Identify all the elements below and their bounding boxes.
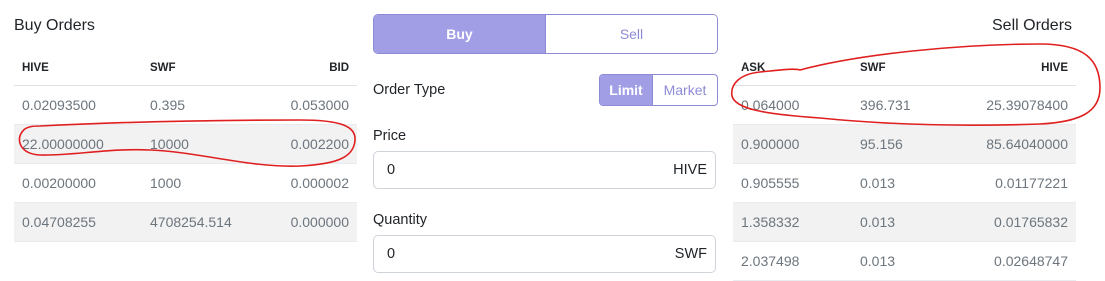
sell-hive-cell: 85.64040000 <box>951 124 1076 164</box>
price-field: HIVE <box>373 151 716 189</box>
buy-orders-title: Buy Orders <box>14 17 95 34</box>
order-type-toggle: Limit Market <box>599 74 718 106</box>
sell-ask-cell: 0.900000 <box>733 124 859 164</box>
price-input[interactable] <box>374 161 674 179</box>
price-unit: HIVE <box>673 162 707 178</box>
buy-hive-cell: 0.02093500 <box>14 85 149 125</box>
buy-hive-cell: 22.00000000 <box>14 124 149 164</box>
buy-orders-table: HIVE SWF BID 0.02093500 0.395 0.053000 2… <box>14 51 357 242</box>
buy-header-hive: HIVE <box>14 51 149 86</box>
sell-ask-cell: 0.905555 <box>733 163 859 203</box>
sell-ask-cell: 0.064000 <box>733 85 859 125</box>
sell-swf-cell: 95.156 <box>859 124 951 164</box>
sell-header-ask: ASK <box>733 51 859 86</box>
buy-bid-cell: 0.000000 <box>267 202 357 242</box>
order-type-label: Order Type <box>373 82 446 98</box>
sell-ask-cell: 1.358332 <box>733 202 859 242</box>
buy-header-bid: BID <box>267 51 357 86</box>
buy-swf-cell: 4708254.514 <box>149 202 267 242</box>
buy-bid-cell: 0.053000 <box>267 85 357 125</box>
sell-hive-cell: 0.01765832 <box>951 202 1076 242</box>
buy-orders-header-row: HIVE SWF BID <box>14 51 357 86</box>
limit-button[interactable]: Limit <box>600 75 652 105</box>
sell-orders-table: ASK SWF HIVE 0.064000 396.731 25.3907840… <box>733 51 1076 281</box>
buy-bid-cell: 0.000002 <box>267 163 357 203</box>
buy-swf-cell: 10000 <box>149 124 267 164</box>
buy-hive-cell: 0.04708255 <box>14 202 149 242</box>
table-row[interactable]: 22.00000000 10000 0.002200 <box>14 124 357 164</box>
quantity-unit: SWF <box>674 246 707 262</box>
quantity-input[interactable] <box>374 245 675 263</box>
quantity-label: Quantity <box>373 212 427 228</box>
buy-header-swf: SWF <box>149 51 267 86</box>
sell-swf-cell: 0.013 <box>859 202 951 242</box>
sell-orders-title: Sell Orders <box>992 17 1073 34</box>
sell-header-swf: SWF <box>859 51 951 86</box>
sell-tab-button[interactable]: Sell <box>545 15 717 53</box>
table-row[interactable]: 0.00200000 1000 0.000002 <box>14 163 357 203</box>
sell-swf-cell: 0.013 <box>859 163 951 203</box>
table-row[interactable]: 0.02093500 0.395 0.053000 <box>14 85 357 125</box>
table-row[interactable]: 0.905555 0.013 0.01177221 <box>733 163 1076 203</box>
sell-swf-cell: 396.731 <box>859 85 951 125</box>
table-row[interactable]: 0.04708255 4708254.514 0.000000 <box>14 202 357 242</box>
market-button[interactable]: Market <box>652 75 717 105</box>
buy-bid-cell: 0.002200 <box>267 124 357 164</box>
buy-swf-cell: 1000 <box>149 163 267 203</box>
quantity-field: SWF <box>373 235 716 273</box>
buy-sell-toggle: Buy Sell <box>373 14 718 54</box>
price-label: Price <box>373 128 407 144</box>
table-row[interactable]: 1.358332 0.013 0.01765832 <box>733 202 1076 242</box>
buy-swf-cell: 0.395 <box>149 85 267 125</box>
buy-tab-button[interactable]: Buy <box>374 15 545 53</box>
sell-orders-header-row: ASK SWF HIVE <box>733 51 1076 86</box>
table-row[interactable]: 0.900000 95.156 85.64040000 <box>733 124 1076 164</box>
sell-hive-cell: 0.01177221 <box>951 163 1076 203</box>
sell-header-hive: HIVE <box>951 51 1076 86</box>
sell-hive-cell: 25.39078400 <box>951 85 1076 125</box>
table-row[interactable]: 0.064000 396.731 25.39078400 <box>733 85 1076 125</box>
buy-hive-cell: 0.00200000 <box>14 163 149 203</box>
